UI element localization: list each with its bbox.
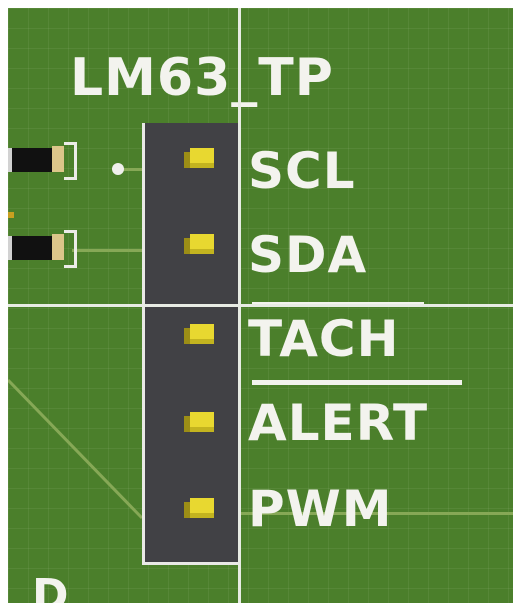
partial-designator: D xyxy=(32,570,70,603)
pin-label-sda: SDA xyxy=(248,226,368,284)
pad-pwm[interactable] xyxy=(184,498,214,518)
pad-edge xyxy=(190,427,214,432)
resistor-body xyxy=(12,236,52,260)
pad-tach[interactable] xyxy=(184,324,214,344)
silkscreen-outline xyxy=(64,230,77,268)
trace-diagonal xyxy=(8,378,144,520)
pad-scl[interactable] xyxy=(184,148,214,168)
resistor-terminal xyxy=(52,146,64,172)
resistor-body xyxy=(12,148,52,172)
silkscreen-outline xyxy=(64,142,77,180)
pad-edge xyxy=(190,513,214,518)
pad-sda[interactable] xyxy=(184,234,214,254)
trace-sda xyxy=(72,249,142,252)
pin-label-alert: ALERT xyxy=(248,394,429,452)
pad-edge xyxy=(190,249,214,254)
pin-label-tach: TACH xyxy=(248,310,400,368)
pad-edge xyxy=(190,163,214,168)
pin-label-alert-overbar xyxy=(252,380,462,385)
pin-label-scl: SCL xyxy=(248,142,356,200)
cursor-crosshair-horizontal xyxy=(8,304,513,307)
pad-edge xyxy=(190,339,214,344)
pcb-board-view[interactable]: LM63_TP SCL SDA TACH ALERT PWM D xyxy=(8,8,513,603)
component-designator: LM63_TP xyxy=(70,48,334,108)
resistor-terminal xyxy=(52,234,64,260)
pad-alert[interactable] xyxy=(184,412,214,432)
smd-resistor-scl[interactable] xyxy=(8,142,78,180)
pin1-marker-dot xyxy=(112,163,124,175)
trace-edge-stub xyxy=(8,212,14,218)
smd-resistor-sda[interactable] xyxy=(8,230,78,268)
pin-label-pwm: PWM xyxy=(248,480,393,538)
